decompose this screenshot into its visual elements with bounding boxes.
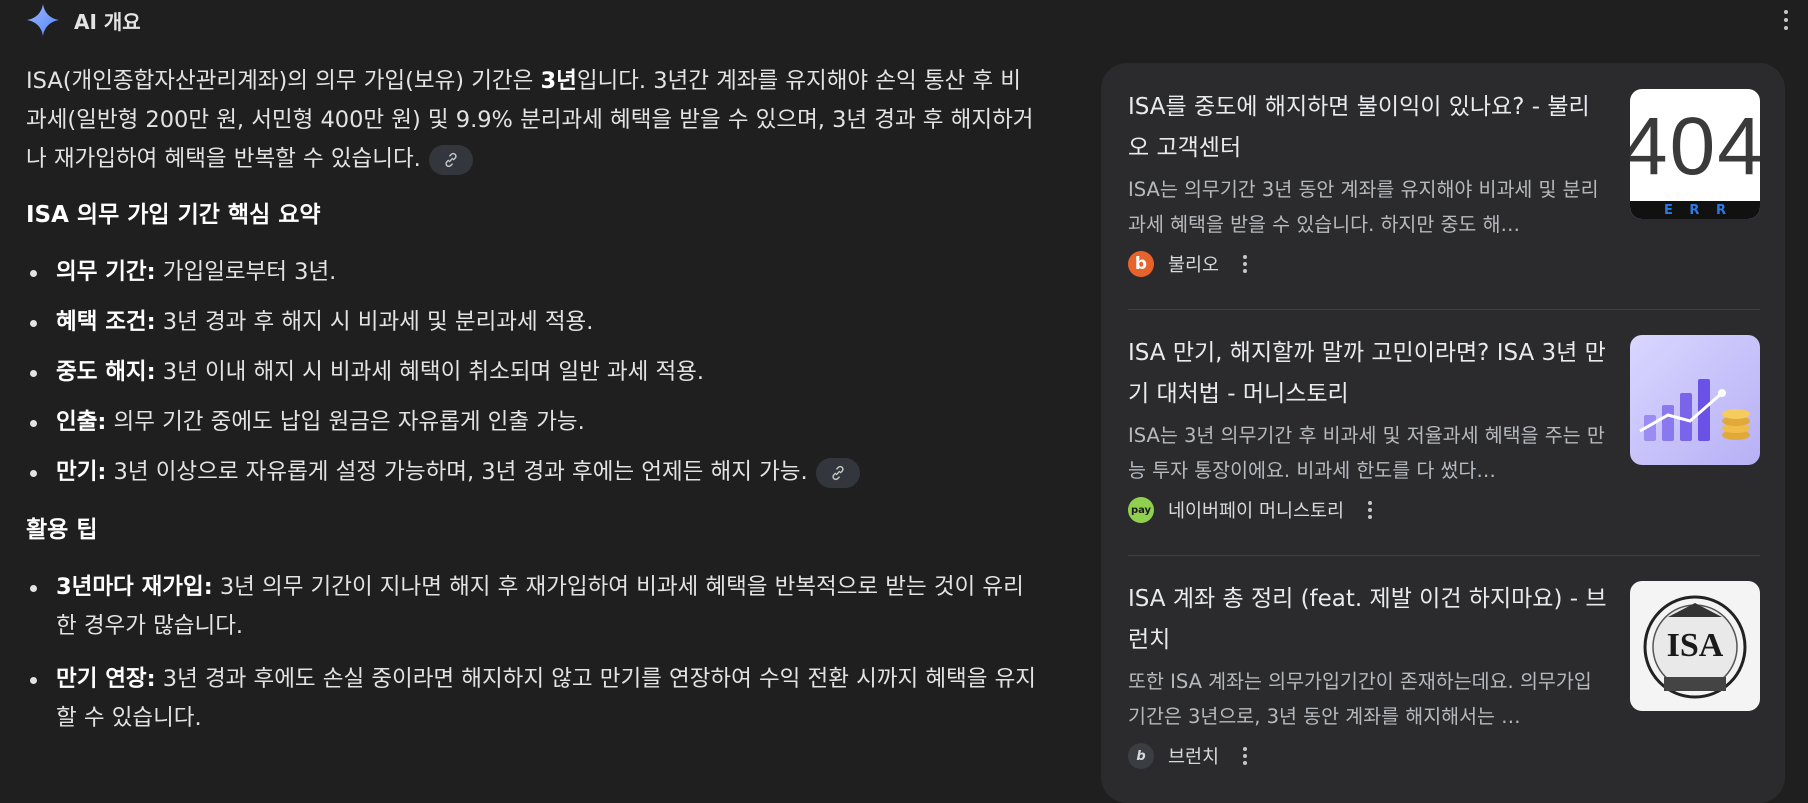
ai-overview-title: AI 개요	[74, 9, 141, 34]
source-meta: b 불리오	[1128, 251, 1253, 277]
source-link-button[interactable]	[428, 144, 473, 175]
summary-heading: ISA 의무 가입 기간 핵심 요약	[26, 202, 321, 228]
list-item: 의무 기간: 가입일로부터 3년.	[30, 253, 1036, 292]
source-title[interactable]: ISA를 중도에 해지하면 불이익이 있나요? - 불리오 고객센터	[1128, 87, 1608, 169]
source-title[interactable]: ISA 만기, 해지할까 말까 고민이라면? ISA 3년 만기 대처법 - 머…	[1128, 333, 1608, 415]
source-meta: b 브런치	[1128, 743, 1253, 769]
thumbnail-isa-text: ISA	[1666, 627, 1724, 664]
source-name: 불리오	[1168, 255, 1220, 276]
intro-bold: 3년	[540, 68, 577, 94]
intro-paragraph: ISA(개인종합자산관리계좌)의 의무 가입(보유) 기간은 3년입니다. 3년…	[26, 62, 1036, 179]
brunch-favicon-icon: b	[1128, 743, 1154, 769]
source-name: 네이버페이 머니스토리	[1168, 501, 1345, 522]
summary-list: 의무 기간: 가입일로부터 3년. 혜택 조건: 3년 경과 후 해지 시 비과…	[26, 253, 1036, 492]
source-name: 브런치	[1168, 747, 1220, 768]
source-meta: pay 네이버페이 머니스토리	[1128, 497, 1378, 523]
gemini-sparkle-icon	[27, 4, 59, 36]
thumbnail-err-text: E R R	[1664, 203, 1732, 218]
more-options-icon[interactable]	[1774, 6, 1798, 34]
list-item: 만기 연장: 3년 경과 후에도 손실 중이라면 해지하지 않고 만기를 연장하…	[30, 660, 1036, 738]
thumbnail-404-text: 404	[1630, 101, 1760, 192]
bullio-favicon-icon: b	[1128, 251, 1154, 277]
source-snippet: ISA는 3년 의무기간 후 비과세 및 저율과세 혜택을 주는 만능 투자 통…	[1128, 424, 1605, 482]
ai-overview-header: AI 개요	[26, 0, 1786, 40]
list-item: 3년마다 재가입: 3년 의무 기간이 지나면 해지 후 재가입하여 비과세 혜…	[30, 568, 1036, 646]
source-link-button[interactable]	[815, 457, 860, 488]
source-thumbnail[interactable]: 404 E R R	[1630, 89, 1760, 219]
divider	[1128, 555, 1760, 556]
link-icon	[831, 465, 844, 480]
sources-panel: ISA를 중도에 해지하면 불이익이 있나요? - 불리오 고객센터 ISA는 …	[1101, 63, 1785, 803]
source-thumbnail[interactable]: ISA	[1630, 581, 1760, 711]
list-item: 중도 해지: 3년 이내 해지 시 비과세 혜택이 취소되며 일반 과세 적용.	[30, 353, 1036, 392]
list-item: 만기: 3년 이상으로 자유롭게 설정 가능하며, 3년 경과 후에는 언제든 …	[30, 453, 1036, 492]
source-snippet: 또한 ISA 계좌는 의무가입기간이 존재하는데요. 의무가입기간은 3년으로,…	[1128, 670, 1592, 728]
link-icon	[445, 152, 457, 167]
chart-coins-illustration	[1639, 379, 1750, 441]
naverpay-favicon-icon: pay	[1128, 497, 1154, 523]
tips-heading: 활용 팁	[26, 517, 98, 543]
divider	[1128, 309, 1760, 310]
more-options-icon[interactable]	[1362, 499, 1378, 521]
tips-list: 3년마다 재가입: 3년 의무 기간이 지나면 해지 후 재가입하여 비과세 혜…	[26, 568, 1036, 738]
source-title[interactable]: ISA 계좌 총 정리 (feat. 제발 이건 하지마요) - 브런치	[1128, 579, 1608, 661]
intro-text-1: ISA(개인종합자산관리계좌)의 의무 가입(보유) 기간은	[26, 68, 541, 94]
source-thumbnail[interactable]	[1630, 335, 1760, 465]
more-options-icon[interactable]	[1237, 745, 1253, 767]
list-item: 인출: 의무 기간 중에도 납입 원금은 자유롭게 인출 가능.	[30, 403, 1036, 442]
more-options-icon[interactable]	[1237, 253, 1253, 275]
list-item: 혜택 조건: 3년 경과 후 해지 시 비과세 및 분리과세 적용.	[30, 303, 1036, 342]
ai-overview-answer: ISA(개인종합자산관리계좌)의 의무 가입(보유) 기간은 3년입니다. 3년…	[26, 62, 1036, 738]
source-snippet: ISA는 의무기간 3년 동안 계좌를 유지해야 비과세 및 분리과세 혜택을 …	[1128, 178, 1599, 236]
